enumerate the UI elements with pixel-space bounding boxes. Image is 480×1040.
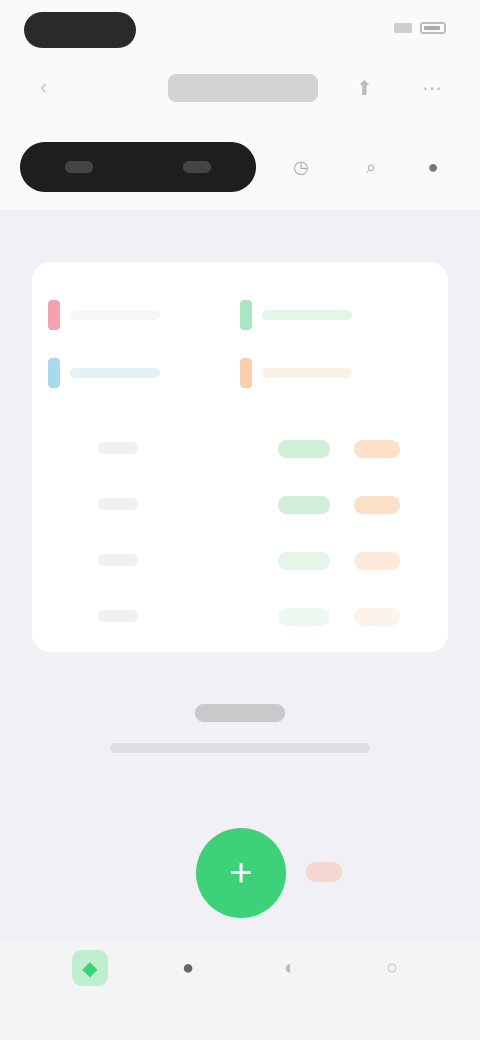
legend-swatch [48, 300, 60, 330]
legend-item [240, 300, 352, 330]
row-orange-value [354, 496, 400, 514]
filter-bar: ◷ ⌕ ● [20, 142, 460, 192]
empty-state-title [195, 704, 285, 722]
legend-swatch [48, 358, 60, 388]
tab-home[interactable]: ◆ [54, 950, 126, 1020]
row-green-value [278, 496, 330, 514]
legend-item [48, 358, 160, 388]
add-button[interactable]: + [196, 828, 286, 918]
stats-icon: ● [181, 956, 195, 979]
more-icon[interactable]: ⋯ [422, 76, 442, 101]
row-label [98, 554, 138, 566]
empty-state [0, 704, 480, 753]
row-label [98, 442, 138, 454]
share-icon[interactable]: ⬆ [356, 76, 373, 101]
home-icon: ◆ [72, 950, 108, 986]
tab-stats[interactable]: ● [152, 950, 224, 1020]
profile-tab-icon: ○ [385, 956, 399, 979]
profile-icon[interactable]: ● [416, 150, 450, 184]
row-label [98, 610, 138, 622]
tab-profile[interactable]: ○ [356, 950, 428, 1020]
history-icon[interactable]: ◷ [284, 150, 318, 184]
battery-icon [420, 22, 446, 34]
legend-label [70, 310, 160, 320]
explore-icon: ◐ [283, 956, 297, 979]
row-green-value [278, 552, 330, 570]
signal-icon [394, 23, 412, 33]
row-green-value [278, 608, 330, 626]
page-title [168, 74, 318, 102]
legend-label [262, 310, 352, 320]
header: ‹ ⬆ ⋯ [0, 64, 480, 110]
legend-label [70, 368, 160, 378]
segment-right[interactable] [183, 161, 211, 173]
top-area: ‹ ⬆ ⋯ ◷ ⌕ ● [0, 0, 480, 210]
segment-left[interactable] [65, 161, 93, 173]
legend-swatch [240, 300, 252, 330]
summary-card [32, 262, 448, 652]
legend-swatch [240, 358, 252, 388]
row-orange-value [354, 440, 400, 458]
status-icons [394, 22, 446, 34]
table-row[interactable] [32, 600, 448, 640]
legend-item [48, 300, 160, 330]
table-row[interactable] [32, 544, 448, 584]
legend-label [262, 368, 352, 378]
row-label [98, 498, 138, 510]
tab-bar: ◆ ● ◐ ○ [0, 940, 480, 1040]
row-green-value [278, 440, 330, 458]
empty-state-subtitle [110, 743, 370, 753]
legend-item [240, 358, 352, 388]
row-orange-value [354, 608, 400, 626]
badge [306, 862, 342, 882]
row-orange-value [354, 552, 400, 570]
table-row[interactable] [32, 432, 448, 472]
segmented-control[interactable] [20, 142, 256, 192]
status-time [24, 12, 136, 48]
tab-explore[interactable]: ◐ [254, 950, 326, 1020]
back-icon[interactable]: ‹ [40, 74, 47, 100]
search-icon[interactable]: ⌕ [354, 150, 388, 184]
table-row[interactable] [32, 488, 448, 528]
